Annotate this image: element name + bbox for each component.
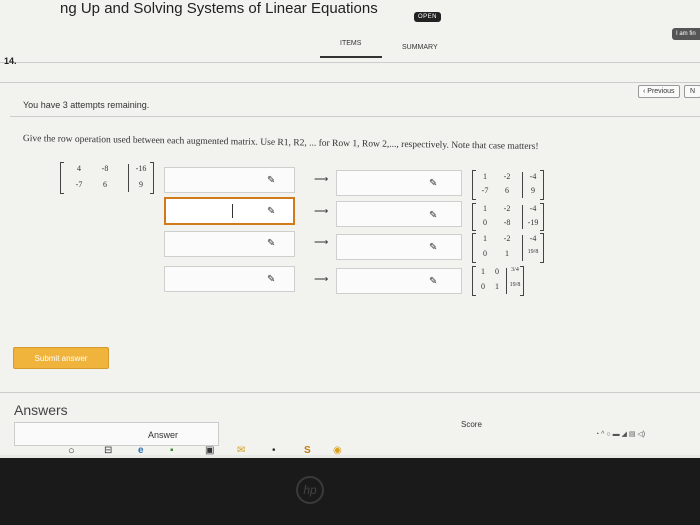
matrix-cell: -2 <box>503 172 511 181</box>
matrix-step-1: 1 -2 -4 -7 6 9 <box>472 170 544 200</box>
matrix-cell: -19 <box>527 218 539 227</box>
circle-icon[interactable]: ○ <box>68 445 75 457</box>
matrix-cell: 1 <box>483 204 487 213</box>
active-tab-indicator <box>320 56 382 58</box>
matrix-cell: 9 <box>531 186 535 195</box>
answers-heading: Answers <box>14 402 68 418</box>
pencil-icon[interactable]: ✎ <box>429 178 437 189</box>
divider <box>10 116 700 117</box>
assignment-title: ng Up and Solving Systems of Linear Equa… <box>60 0 378 17</box>
row-operation-input-3b[interactable] <box>336 234 462 260</box>
arrow-icon: ⟶ <box>314 206 329 217</box>
matrix-cell: 4 <box>77 164 81 173</box>
matrix-cell: 0 <box>495 267 499 276</box>
pencil-icon[interactable]: ✎ <box>267 238 275 249</box>
question-number: 14. <box>4 56 17 66</box>
pencil-icon[interactable]: ✎ <box>429 210 437 221</box>
pencil-icon[interactable]: ✎ <box>267 206 275 217</box>
pencil-icon[interactable]: ✎ <box>267 175 275 186</box>
divider <box>0 62 700 63</box>
taskbar: ○ ⊟ e ▪ ▣ ✉ • S ◉ <box>0 438 700 460</box>
s-app-icon[interactable]: S <box>304 445 311 456</box>
row-operation-input-4b[interactable] <box>336 268 462 294</box>
divider <box>0 82 700 83</box>
mail-icon[interactable]: ✉ <box>237 445 245 456</box>
arrow-icon: ⟶ <box>314 274 329 285</box>
text-cursor <box>232 204 233 218</box>
matrix-cell: 19/8 <box>509 282 521 288</box>
matrix-cell: 6 <box>103 180 107 189</box>
task-view-icon[interactable]: ⊟ <box>104 445 112 456</box>
matrix-cell: 0 <box>483 249 487 258</box>
matrix-cell: 3/4 <box>511 267 519 273</box>
screen: ng Up and Solving Systems of Linear Equa… <box>0 0 700 457</box>
open-badge: OPEN <box>414 12 442 22</box>
matrix-cell: 1 <box>481 267 485 276</box>
matrix-step-3: 1 -2 -4 0 1 19/8 <box>472 233 544 263</box>
attempts-remaining: You have 3 attempts remaining. <box>23 100 150 110</box>
arrow-icon: ⟶ <box>314 237 329 248</box>
pencil-icon[interactable]: ✎ <box>429 242 437 253</box>
matrix-cell: -16 <box>135 164 147 173</box>
row-operation-input-2b[interactable] <box>336 201 462 227</box>
matrix-cell: -8 <box>503 218 511 227</box>
matrix-cell: 19/8 <box>527 249 539 255</box>
i-am-finished-button[interactable]: I am fin <box>672 28 700 40</box>
start-matrix: 4 -8 -16 -7 6 9 <box>60 162 154 194</box>
chrome-icon[interactable]: ◉ <box>333 445 342 456</box>
arrow-icon: ⟶ <box>314 174 329 185</box>
matrix-cell: 1 <box>505 249 509 258</box>
matrix-step-4: 1 0 3/4 0 1 19/8 <box>472 266 524 296</box>
pencil-icon[interactable]: ✎ <box>429 276 437 287</box>
store-icon[interactable]: ▪ <box>170 445 174 456</box>
matrix-cell: 0 <box>481 282 485 291</box>
matrix-cell: -4 <box>529 234 537 243</box>
laptop-bezel <box>0 458 700 525</box>
lock-icon[interactable]: ▣ <box>205 445 214 456</box>
matrix-cell: 1 <box>495 282 499 291</box>
matrix-cell: 1 <box>483 172 487 181</box>
matrix-cell: -4 <box>529 172 537 181</box>
matrix-cell: -8 <box>101 164 109 173</box>
matrix-cell: -2 <box>503 234 511 243</box>
matrix-cell: -2 <box>503 204 511 213</box>
previous-button[interactable]: ‹ Previous <box>638 85 680 98</box>
next-button[interactable]: N <box>684 85 700 98</box>
matrix-cell: 6 <box>505 186 509 195</box>
score-column-header: Score <box>461 420 482 429</box>
matrix-cell: -7 <box>481 186 489 195</box>
hp-logo: hp <box>296 476 324 504</box>
system-tray[interactable]: ◔ ^ ○ ▬ ◢ ▤ ◁) <box>595 430 645 438</box>
matrix-cell: -4 <box>529 204 537 213</box>
pencil-icon[interactable]: ✎ <box>267 274 275 285</box>
matrix-cell: 9 <box>139 180 143 189</box>
matrix-cell: 1 <box>483 234 487 243</box>
dot-icon[interactable]: • <box>272 445 276 456</box>
edge-icon[interactable]: e <box>138 445 144 456</box>
question-instruction: Give the row operation used between each… <box>22 134 539 153</box>
matrix-cell: -7 <box>75 180 83 189</box>
divider <box>0 392 700 393</box>
submit-answer-button[interactable]: Submit answer <box>13 347 109 369</box>
tab-items[interactable]: ITEMS <box>340 40 361 47</box>
matrix-step-2: 1 -2 -4 0 -8 -19 <box>472 203 544 231</box>
tab-summary[interactable]: SUMMARY <box>402 44 438 51</box>
row-operation-input-1b[interactable] <box>336 170 462 196</box>
matrix-cell: 0 <box>483 218 487 227</box>
